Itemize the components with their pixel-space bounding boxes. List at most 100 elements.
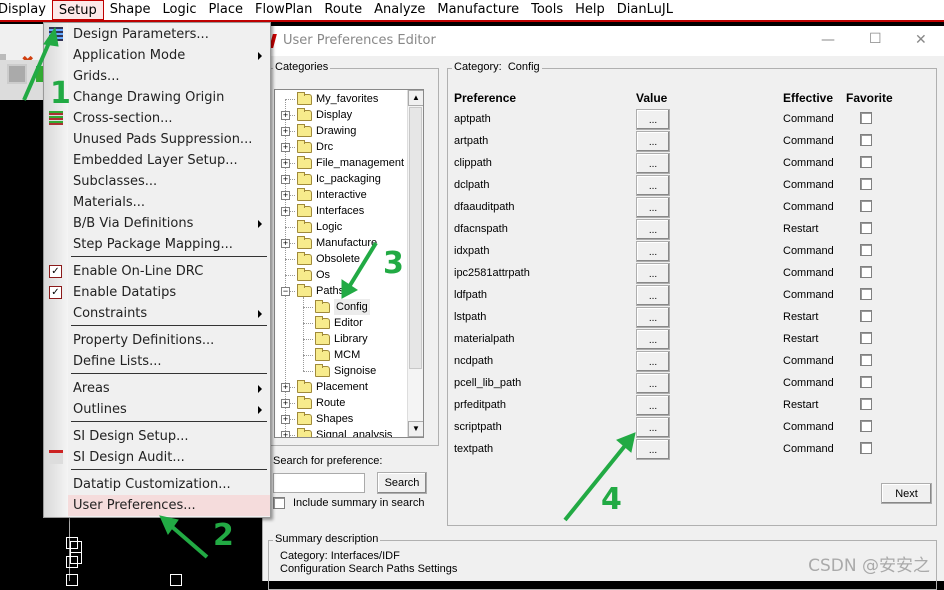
tree-item-drc[interactable]: Drc: [297, 139, 333, 155]
expand-icon[interactable]: +: [281, 415, 290, 424]
menu-display[interactable]: Display: [0, 0, 52, 20]
menu-manufacture[interactable]: Manufacture: [431, 0, 525, 20]
tree-item-os[interactable]: Os: [297, 267, 330, 283]
value-browse-button[interactable]: ...: [636, 417, 670, 438]
favorite-checkbox[interactable]: [860, 244, 872, 256]
menu-flowplan[interactable]: FlowPlan: [249, 0, 318, 20]
canvas-component[interactable]: [170, 574, 182, 586]
menu-item-step-package-mapping[interactable]: Step Package Mapping...: [68, 234, 270, 255]
tree-item-config[interactable]: Config: [315, 299, 370, 315]
value-browse-button[interactable]: ...: [636, 175, 670, 196]
expand-icon[interactable]: +: [281, 175, 290, 184]
menu-item-si-design-audit[interactable]: SI Design Audit...: [68, 447, 270, 468]
expand-icon[interactable]: +: [281, 399, 290, 408]
value-browse-button[interactable]: ...: [636, 307, 670, 328]
menu-item-b-b-via-definitions[interactable]: B/B Via Definitions: [68, 213, 270, 234]
value-browse-button[interactable]: ...: [636, 395, 670, 416]
favorite-checkbox[interactable]: [860, 398, 872, 410]
favorite-checkbox[interactable]: [860, 112, 872, 124]
search-input[interactable]: [273, 473, 365, 493]
tree-item-signoise[interactable]: Signoise: [315, 363, 376, 379]
collapse-icon[interactable]: −: [281, 287, 290, 296]
favorite-checkbox[interactable]: [860, 288, 872, 300]
value-browse-button[interactable]: ...: [636, 241, 670, 262]
value-browse-button[interactable]: ...: [636, 197, 670, 218]
menu-item-subclasses[interactable]: Subclasses...: [68, 171, 270, 192]
expand-icon[interactable]: +: [281, 239, 290, 248]
menu-item-constraints[interactable]: Constraints: [68, 303, 270, 324]
value-browse-button[interactable]: ...: [636, 351, 670, 372]
scroll-down-icon[interactable]: ▼: [408, 421, 423, 437]
tree-item-interfaces[interactable]: Interfaces: [297, 203, 364, 219]
menu-item-enable-on-line-drc[interactable]: Enable On-Line DRC: [68, 261, 270, 282]
menu-item-change-drawing-origin[interactable]: Change Drawing Origin: [68, 87, 270, 108]
tree-scrollbar[interactable]: ▲ ▼: [407, 90, 423, 437]
tree-item-paths[interactable]: Paths: [297, 283, 344, 299]
favorite-checkbox[interactable]: [860, 332, 872, 344]
tree-item-interactive[interactable]: Interactive: [297, 187, 367, 203]
close-icon[interactable]: ✕: [915, 32, 927, 48]
canvas-component[interactable]: [66, 574, 78, 586]
menu-item-outlines[interactable]: Outlines: [68, 399, 270, 420]
favorite-checkbox[interactable]: [860, 310, 872, 322]
canvas-component[interactable]: [70, 552, 82, 564]
scroll-up-icon[interactable]: ▲: [408, 90, 423, 106]
menu-setup[interactable]: Setup: [51, 0, 104, 20]
menu-item-embedded-layer-setup[interactable]: Embedded Layer Setup...: [68, 150, 270, 171]
favorite-checkbox[interactable]: [860, 266, 872, 278]
expand-icon[interactable]: +: [281, 143, 290, 152]
tree-item-shapes[interactable]: Shapes: [297, 411, 353, 427]
menu-item-user-preferences[interactable]: User Preferences...: [68, 495, 270, 516]
value-browse-button[interactable]: ...: [636, 439, 670, 460]
expand-icon[interactable]: +: [281, 431, 290, 437]
expand-icon[interactable]: +: [281, 207, 290, 216]
expand-icon[interactable]: +: [281, 127, 290, 136]
tree-item-signal_analysis[interactable]: Signal_analysis: [297, 427, 392, 437]
favorite-checkbox[interactable]: [860, 354, 872, 366]
tree-item-display[interactable]: Display: [297, 107, 352, 123]
menu-help[interactable]: Help: [569, 0, 611, 20]
favorite-checkbox[interactable]: [860, 134, 872, 146]
expand-icon[interactable]: +: [281, 159, 290, 168]
favorite-checkbox[interactable]: [860, 178, 872, 190]
tree-item-editor[interactable]: Editor: [315, 315, 363, 331]
tree-item-manufacture[interactable]: Manufacture: [297, 235, 377, 251]
favorite-checkbox[interactable]: [860, 376, 872, 388]
tree-item-my_favorites[interactable]: My_favorites: [297, 91, 378, 107]
menu-item-datatip-customization[interactable]: Datatip Customization...: [68, 474, 270, 495]
menu-item-design-parameters[interactable]: Design Parameters...: [68, 24, 270, 45]
expand-icon[interactable]: +: [281, 111, 290, 120]
check-icon[interactable]: ✓: [49, 286, 62, 299]
menu-item-enable-datatips[interactable]: Enable Datatips: [68, 282, 270, 303]
menu-route[interactable]: Route: [318, 0, 368, 20]
dialog-titlebar[interactable]: User Preferences Editor — ☐ ✕: [263, 26, 944, 56]
menu-shape[interactable]: Shape: [104, 0, 157, 20]
maximize-icon[interactable]: ☐: [869, 31, 882, 47]
minimize-icon[interactable]: —: [821, 32, 835, 48]
tree-item-mcm[interactable]: MCM: [315, 347, 360, 363]
value-browse-button[interactable]: ...: [636, 329, 670, 350]
tree-item-library[interactable]: Library: [315, 331, 368, 347]
menu-item-property-definitions[interactable]: Property Definitions...: [68, 330, 270, 351]
menu-item-materials[interactable]: Materials...: [68, 192, 270, 213]
value-browse-button[interactable]: ...: [636, 263, 670, 284]
tree-item-logic[interactable]: Logic: [297, 219, 342, 235]
menu-dianlujl[interactable]: DianLuJL: [611, 0, 679, 20]
toolbar-square-icon[interactable]: [7, 64, 27, 84]
menu-item-si-design-setup[interactable]: SI Design Setup...: [68, 426, 270, 447]
value-browse-button[interactable]: ...: [636, 373, 670, 394]
scroll-thumb[interactable]: [409, 107, 422, 369]
next-button[interactable]: Next: [881, 483, 932, 504]
menu-item-cross-section[interactable]: Cross-section...: [68, 108, 270, 129]
value-browse-button[interactable]: ...: [636, 153, 670, 174]
favorite-checkbox[interactable]: [860, 442, 872, 454]
expand-icon[interactable]: +: [281, 383, 290, 392]
favorite-checkbox[interactable]: [860, 156, 872, 168]
value-browse-button[interactable]: ...: [636, 219, 670, 240]
menu-analyze[interactable]: Analyze: [368, 0, 431, 20]
expand-icon[interactable]: +: [281, 191, 290, 200]
tree-item-ic_packaging[interactable]: Ic_packaging: [297, 171, 381, 187]
menu-item-unused-pads-suppression[interactable]: Unused Pads Suppression...: [68, 129, 270, 150]
menu-item-areas[interactable]: Areas: [68, 378, 270, 399]
favorite-checkbox[interactable]: [860, 200, 872, 212]
